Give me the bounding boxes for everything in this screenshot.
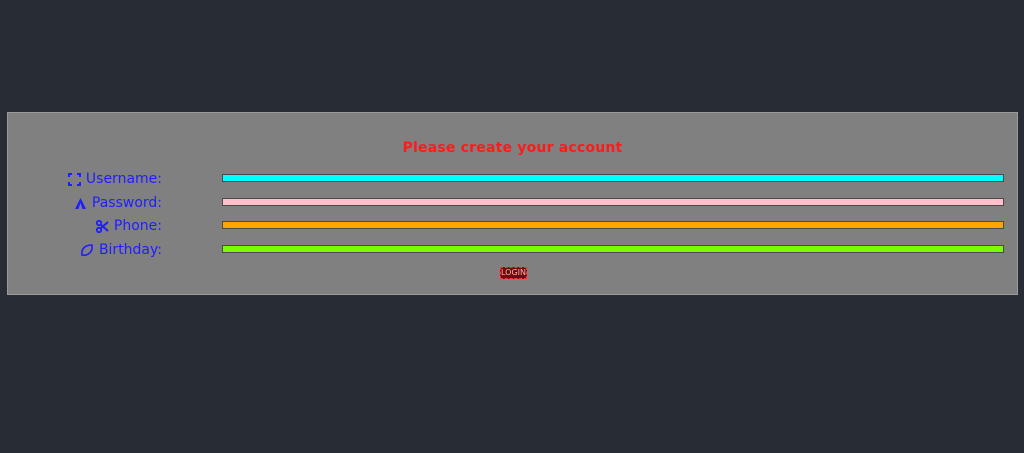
password-row: Password: bbox=[8, 193, 1017, 213]
phone-label: Phone: bbox=[95, 216, 162, 236]
tent-icon bbox=[74, 197, 87, 210]
signup-panel: Please create your account Username: Pas… bbox=[7, 112, 1018, 295]
login-button[interactable]: LOGIN bbox=[500, 267, 527, 279]
password-input[interactable] bbox=[222, 198, 1004, 206]
username-input[interactable] bbox=[222, 174, 1004, 182]
birthday-label-text: Birthday: bbox=[98, 242, 162, 258]
phone-row: Phone: bbox=[8, 216, 1017, 236]
phone-label-text: Phone: bbox=[113, 218, 162, 234]
scissors-icon bbox=[95, 219, 109, 233]
birthday-label: Birthday: bbox=[80, 240, 162, 260]
focus-frame-icon bbox=[67, 172, 81, 186]
phone-input[interactable] bbox=[222, 221, 1004, 229]
password-label-text: Password: bbox=[91, 195, 162, 211]
form-title: Please create your account bbox=[402, 140, 623, 156]
username-label-text: Username: bbox=[85, 171, 162, 187]
birthday-row: Birthday: bbox=[8, 240, 1017, 260]
username-row: Username: bbox=[8, 169, 1017, 189]
birthday-input[interactable] bbox=[222, 245, 1004, 253]
username-label: Username: bbox=[67, 169, 162, 189]
password-label: Password: bbox=[74, 193, 162, 213]
leaf-icon bbox=[80, 243, 94, 257]
